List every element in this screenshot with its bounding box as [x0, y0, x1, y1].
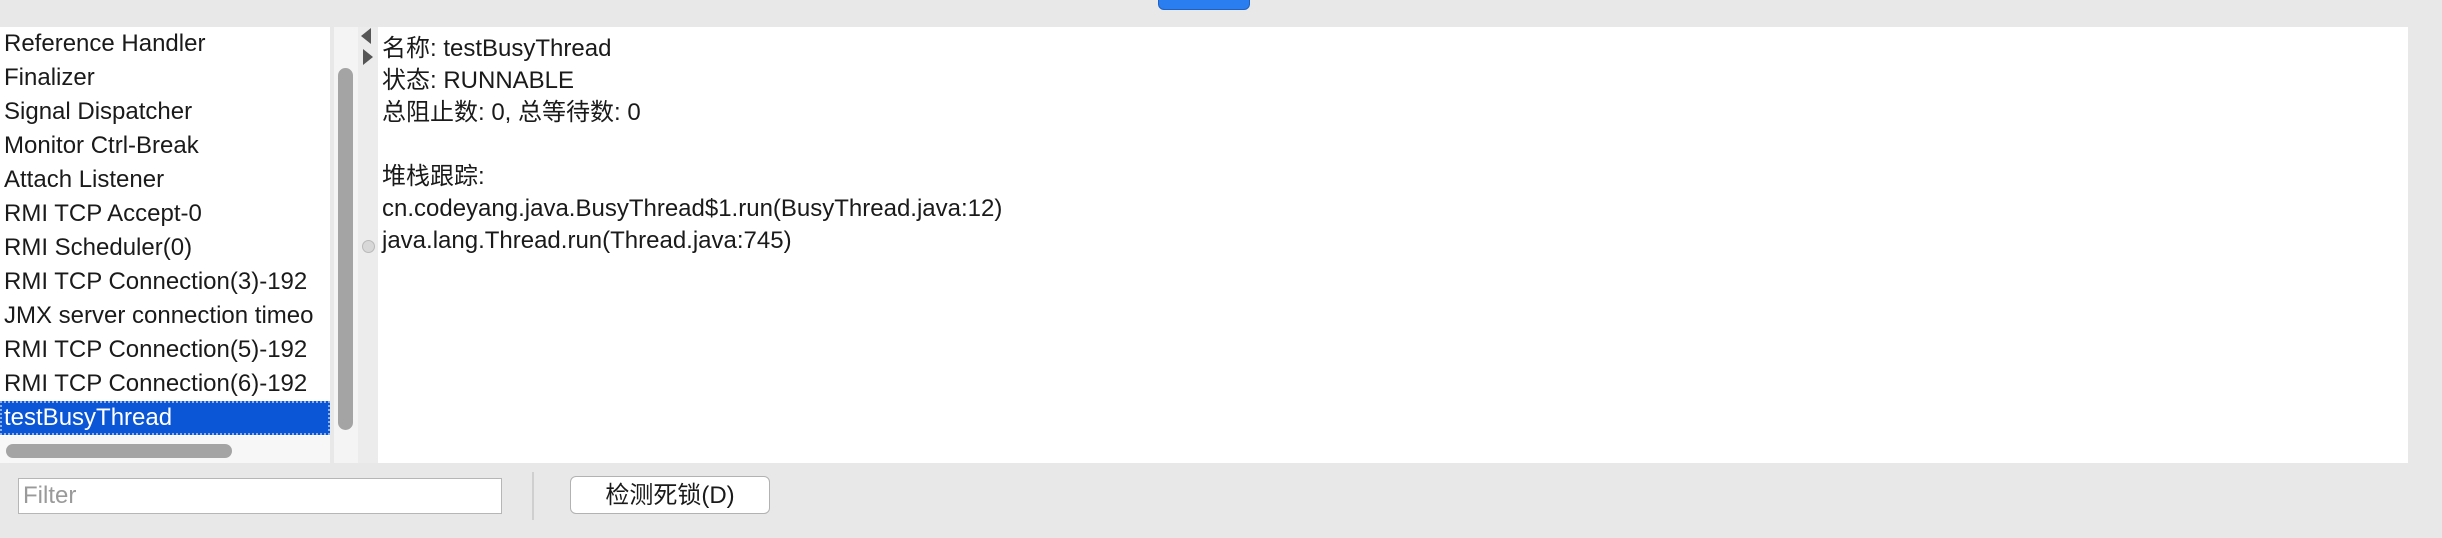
thread-list-item[interactable]: Signal Dispatcher: [0, 95, 330, 129]
thread-list-item[interactable]: Monitor Ctrl-Break: [0, 129, 330, 163]
split-handle-dot-icon[interactable]: [362, 240, 375, 253]
filter-input[interactable]: [18, 478, 502, 514]
vertical-scrollbar-thumb[interactable]: [338, 68, 353, 430]
stack-trace-header: 堆栈跟踪:: [382, 163, 485, 190]
thread-list-item[interactable]: Finalizer: [0, 61, 330, 95]
thread-list-item[interactable]: RMI Scheduler(0): [0, 231, 330, 265]
thread-list-item[interactable]: Reference Handler: [0, 27, 330, 61]
thread-list-panel: Reference Handler Finalizer Signal Dispa…: [0, 27, 330, 463]
thread-list-item[interactable]: Attach Listener: [0, 163, 330, 197]
thread-list-item[interactable]: RMI TCP Connection(6)-192: [0, 367, 330, 401]
collapse-left-arrow-icon[interactable]: [361, 28, 371, 44]
thread-list-item[interactable]: RMI TCP Connection(3)-192: [0, 265, 330, 299]
thread-detail-pane: 名称: testBusyThread 状态: RUNNABLE 总阻止数: 0,…: [378, 27, 2408, 463]
thread-list-item[interactable]: JMX server connection timeo: [0, 299, 330, 333]
top-blue-button[interactable]: [1158, 0, 1250, 10]
thread-counts-line: 总阻止数: 0, 总等待数: 0: [382, 99, 641, 126]
thread-list-item[interactable]: RMI TCP Connection(5)-192: [0, 333, 330, 367]
thread-name-line: 名称: testBusyThread: [382, 35, 612, 62]
thread-state-line: 状态: RUNNABLE: [382, 67, 575, 94]
toolbar-divider: [532, 472, 534, 520]
detect-deadlock-button[interactable]: 检测死锁(D): [570, 476, 770, 514]
thread-list-item[interactable]: RMI TCP Accept-0: [0, 197, 330, 231]
stack-frame: java.lang.Thread.run(Thread.java:745): [382, 227, 792, 254]
expand-right-arrow-icon[interactable]: [363, 49, 373, 65]
thread-list-item-selected[interactable]: testBusyThread: [0, 401, 330, 435]
horizontal-scrollbar-thumb[interactable]: [6, 444, 232, 458]
thread-list: Reference Handler Finalizer Signal Dispa…: [0, 27, 330, 435]
stack-frame: cn.codeyang.java.BusyThread$1.run(BusyTh…: [382, 195, 1003, 222]
